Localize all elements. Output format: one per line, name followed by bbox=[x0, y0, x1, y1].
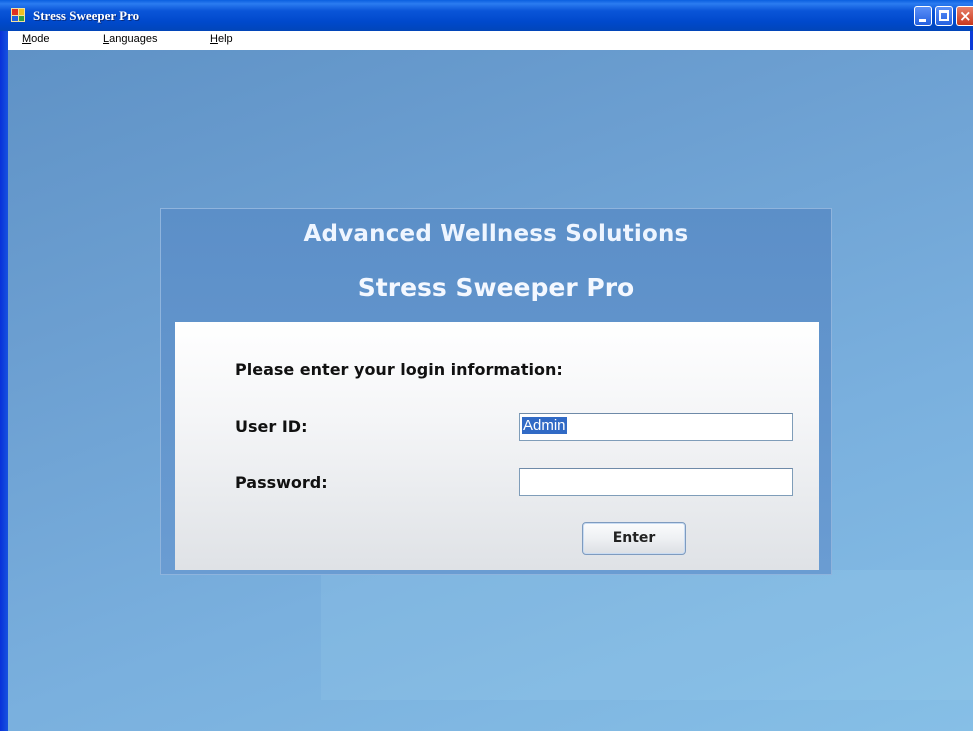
maximize-button[interactable] bbox=[935, 6, 953, 26]
password-label: Password: bbox=[235, 473, 328, 492]
password-input[interactable] bbox=[519, 468, 793, 496]
app-title: Stress Sweeper Pro bbox=[357, 273, 635, 302]
window-border-left bbox=[0, 31, 8, 731]
app-icon[interactable] bbox=[11, 8, 25, 22]
user-id-label: User ID: bbox=[235, 417, 308, 436]
minimize-button[interactable] bbox=[914, 6, 932, 26]
close-icon: × bbox=[959, 7, 972, 25]
login-prompt: Please enter your login information: bbox=[235, 360, 563, 379]
menu-bar: Mode Languages Help bbox=[0, 31, 973, 50]
brand-title: Advanced Wellness Solutions bbox=[303, 221, 689, 247]
menu-mode[interactable]: Mode bbox=[22, 33, 50, 45]
maximize-icon bbox=[939, 10, 949, 21]
menu-help[interactable]: Help bbox=[210, 33, 233, 45]
user-id-input[interactable]: Admin bbox=[519, 413, 793, 441]
title-bar[interactable]: Stress Sweeper Pro × bbox=[0, 0, 973, 31]
minimize-icon bbox=[919, 19, 926, 22]
login-panel: Advanced Wellness Solutions Stress Sweep… bbox=[160, 208, 832, 575]
menu-languages[interactable]: Languages bbox=[103, 33, 157, 45]
user-id-value: Admin bbox=[522, 417, 567, 434]
enter-button[interactable]: Enter bbox=[582, 522, 686, 555]
window-title: Stress Sweeper Pro bbox=[33, 8, 140, 23]
login-form: Please enter your login information: Use… bbox=[175, 322, 819, 570]
background-panel bbox=[321, 570, 973, 700]
close-button[interactable]: × bbox=[956, 6, 973, 26]
app-window: Stress Sweeper Pro × Mode Languages Help… bbox=[0, 0, 973, 731]
